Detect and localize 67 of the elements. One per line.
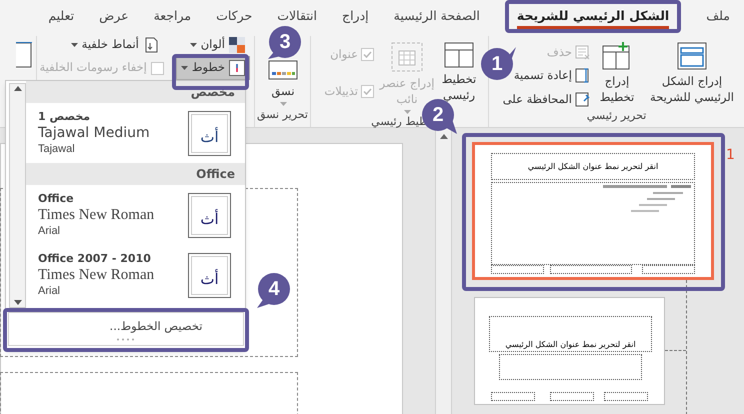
ribbon-tab[interactable]: حركات bbox=[216, 6, 252, 30]
dropdown-button[interactable]: ألوان bbox=[176, 36, 250, 53]
layout-icon bbox=[16, 42, 32, 68]
ribbon-button[interactable]: إعادة تسمية bbox=[514, 67, 590, 84]
body-font-name: Tajawal bbox=[38, 142, 76, 157]
placeholder-icon bbox=[391, 42, 423, 72]
footer-placeholder bbox=[604, 392, 648, 401]
checkbox-icon bbox=[361, 48, 374, 62]
footer-placeholder bbox=[491, 265, 544, 274]
ribbon-tab[interactable]: الصفحة الرئيسية bbox=[394, 6, 480, 30]
ribbon-tab[interactable]: الشكل الرئيسي للشريحة bbox=[516, 6, 670, 30]
heading-font-name: Tajawal Medium bbox=[38, 125, 150, 141]
callout-badge: 3 bbox=[268, 25, 302, 59]
color-squares-icon bbox=[229, 36, 245, 52]
callout-badge: 4 bbox=[257, 272, 291, 306]
section-heading: Office bbox=[26, 163, 245, 185]
layout-icon bbox=[444, 42, 474, 68]
heading-font-name: Times New Roman bbox=[38, 267, 154, 283]
scroll-up-icon bbox=[440, 134, 448, 139]
font-preview: أث bbox=[188, 252, 231, 298]
font-preview: أث bbox=[188, 192, 231, 238]
caret-icon bbox=[190, 42, 197, 46]
layout-plus-icon bbox=[602, 42, 632, 70]
heading-font-name: Times New Roman bbox=[38, 207, 154, 223]
slide-thumbnail[interactable]: انقر لتحرير نمط عنوان الشكل الرئيسي bbox=[474, 297, 665, 405]
slide-number: 1 bbox=[726, 146, 735, 165]
section-heading: مخصص bbox=[26, 81, 245, 103]
ribbon-button[interactable]: إدراج تخطيط bbox=[594, 42, 640, 105]
dropdown-button[interactable]: أنماط خلفية bbox=[40, 36, 164, 53]
font-preview: أث bbox=[188, 110, 231, 156]
theme-name: Office 2007 - 2010 bbox=[38, 251, 152, 267]
ribbon-tab[interactable]: عرض bbox=[99, 6, 129, 30]
pin-icon bbox=[575, 92, 590, 107]
slide-master-icon bbox=[677, 42, 707, 70]
resize-grip-icon bbox=[116, 338, 136, 341]
ribbon-tab[interactable]: ملف bbox=[706, 6, 730, 30]
body-font-name: Arial bbox=[38, 284, 62, 299]
delete-icon bbox=[575, 45, 590, 60]
group-label: تحرير نسق bbox=[256, 107, 309, 123]
caret-icon bbox=[404, 110, 410, 114]
ribbon-button[interactable]: تخطيط رئيسي bbox=[440, 42, 478, 103]
themes-icon bbox=[268, 60, 298, 80]
scroll-up-icon bbox=[14, 86, 22, 91]
checkbox-icon bbox=[150, 62, 164, 74]
footer-placeholder bbox=[642, 265, 695, 274]
ribbon-tab[interactable]: إدراج bbox=[342, 6, 369, 30]
title-text: انقر لتحرير نمط عنوان الشكل الرئيسي bbox=[505, 339, 636, 351]
ribbon-tab[interactable]: مراجعة bbox=[154, 6, 192, 30]
theme-name: مخصص 1 bbox=[38, 109, 92, 125]
ribbon-tab[interactable]: تعليم bbox=[48, 6, 74, 30]
caret-icon bbox=[280, 102, 286, 106]
rename-icon bbox=[575, 68, 590, 84]
group-label: تحرير رئيسي bbox=[586, 108, 648, 124]
checkbox-icon bbox=[361, 85, 374, 98]
footer-placeholder bbox=[491, 392, 535, 401]
font-letter-icon bbox=[229, 60, 245, 76]
ribbon-button[interactable]: المحافظة على bbox=[502, 90, 590, 108]
scroll-down-icon bbox=[14, 300, 22, 305]
ribbon-button[interactable]: إدراج الشكل الرئيسي للشريحة bbox=[644, 42, 740, 105]
callout-badge: 1 bbox=[480, 47, 514, 81]
title-text: انقر لتحرير نمط عنوان الشكل الرئيسي bbox=[528, 160, 658, 172]
dropdown-button[interactable]: نسق bbox=[260, 60, 306, 106]
caret-icon bbox=[180, 66, 188, 70]
footer-placeholder bbox=[550, 392, 594, 401]
body-font-name: Arial bbox=[38, 224, 62, 239]
theme-name: Office bbox=[38, 191, 75, 207]
caret-icon bbox=[70, 42, 78, 46]
